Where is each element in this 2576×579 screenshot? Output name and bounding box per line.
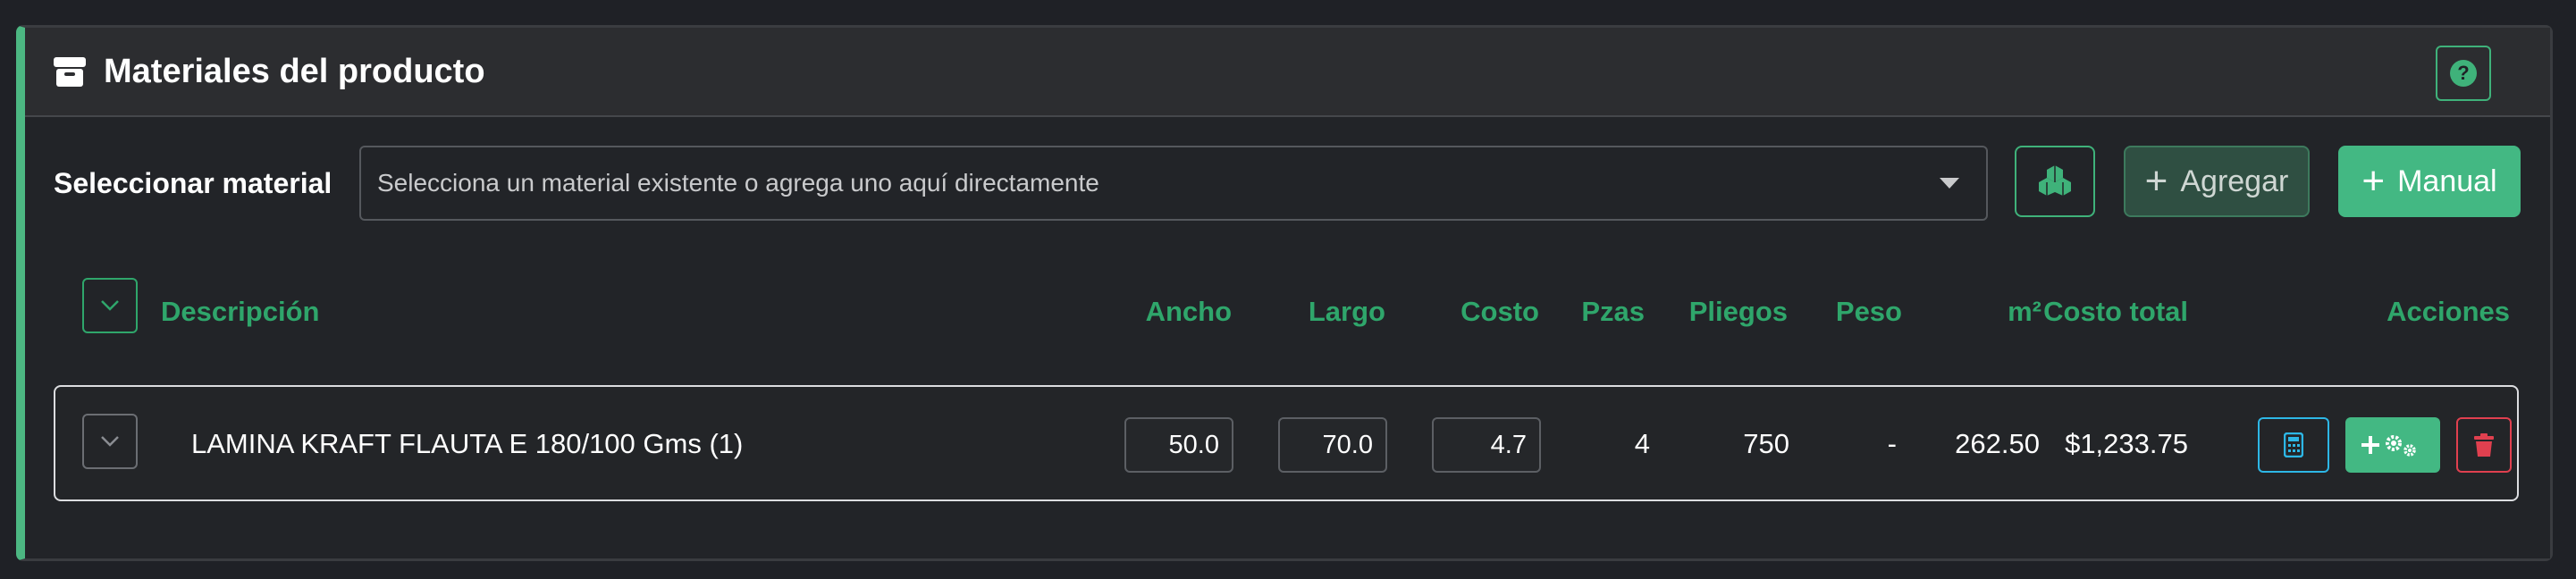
cubes-icon: [2037, 164, 2073, 200]
row-descripcion: LAMINA KRAFT FLAUTA E 180/100 Gms (1): [191, 428, 744, 459]
costo-input[interactable]: [1432, 417, 1541, 473]
question-circle-icon: ?: [2450, 60, 2477, 87]
agregar-button[interactable]: + Agregar: [2124, 146, 2310, 217]
column-descripcion: Descripción: [161, 296, 320, 327]
calculator-icon: [2284, 432, 2303, 457]
plus-icon: +: [2144, 159, 2168, 203]
trash-icon: [2474, 433, 2494, 457]
ancho-input[interactable]: [1124, 417, 1233, 473]
caret-down-icon: [1940, 178, 1959, 189]
plus-icon: +: [2361, 159, 2386, 203]
table-row: LAMINA KRAFT FLAUTA E 180/100 Gms (1) 4 …: [54, 385, 2519, 501]
card-header: Materiales del producto ?: [25, 28, 2550, 117]
plus-cogs-icon: [2361, 435, 2416, 457]
column-ancho: Ancho: [1145, 296, 1232, 327]
chevron-down-icon: [101, 436, 119, 447]
row-peso: -: [1887, 428, 1897, 459]
add-process-button[interactable]: [2345, 417, 2440, 473]
column-acciones: Acciones: [2387, 296, 2510, 327]
material-select[interactable]: Selecciona un material existente o agreg…: [359, 146, 1988, 221]
expand-all-button[interactable]: [82, 278, 138, 333]
help-button[interactable]: ?: [2436, 46, 2491, 101]
column-costo-total: Costo total: [2043, 296, 2188, 327]
agregar-label: Agregar: [2180, 164, 2289, 198]
row-pliegos: 750: [1743, 428, 1789, 459]
largo-input[interactable]: [1278, 417, 1387, 473]
manual-label: Manual: [2397, 164, 2497, 198]
column-pzas: Pzas: [1581, 296, 1645, 327]
page-title: Materiales del producto: [104, 52, 485, 90]
row-costo-total: $1,233.75: [2065, 428, 2188, 459]
chevron-down-icon: [101, 300, 119, 311]
box-icon: [52, 54, 88, 89]
column-largo: Largo: [1308, 296, 1385, 327]
column-costo: Costo: [1461, 296, 1539, 327]
column-peso: Peso: [1835, 296, 1902, 327]
delete-button[interactable]: [2456, 417, 2512, 473]
card-body: Seleccionar material Selecciona un mater…: [25, 117, 2550, 558]
table-header: Descripción Ancho Largo Costo Pzas Plieg…: [25, 278, 2550, 340]
material-select-placeholder: Selecciona un material existente o agreg…: [377, 169, 1099, 197]
row-pzas: 4: [1634, 428, 1650, 459]
calculate-button[interactable]: [2258, 417, 2329, 473]
select-material-label: Seleccionar material: [54, 167, 333, 199]
manual-button[interactable]: + Manual: [2338, 146, 2521, 217]
materials-card: Materiales del producto ? Seleccionar ma…: [16, 25, 2553, 561]
expand-row-button[interactable]: [82, 414, 138, 469]
cubes-button[interactable]: [2015, 146, 2095, 217]
material-select-row: Seleccionar material Selecciona un mater…: [25, 117, 2550, 242]
